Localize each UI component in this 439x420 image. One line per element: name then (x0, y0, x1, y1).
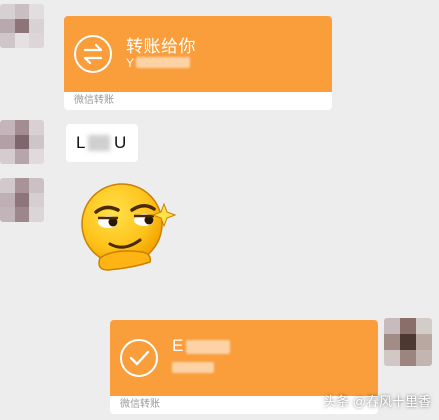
avatar-contact[interactable] (0, 178, 44, 222)
redaction-blur (88, 135, 110, 151)
redaction-blur (186, 340, 230, 354)
transfer-title: E (172, 336, 184, 355)
smirk-emoji-sticker[interactable] (78, 182, 180, 276)
transfer-card-header: 转账给你 Y (64, 16, 332, 92)
redaction-blur (136, 57, 190, 68)
transfer-arrows-icon (74, 35, 112, 73)
transfer-title: 转账给你 (126, 37, 196, 56)
redaction-blur (172, 362, 214, 373)
transfer-card-header: E (110, 320, 378, 396)
checkmark-icon (120, 339, 158, 377)
avatar-contact[interactable] (0, 4, 44, 48)
message-text-end: U (114, 133, 127, 152)
transfer-card-received[interactable]: 转账给你 Y 微信转账 (64, 16, 332, 110)
avatar-contact[interactable] (0, 120, 44, 164)
transfer-subtitle: Y (126, 56, 135, 70)
avatar-self[interactable] (384, 318, 432, 366)
source-watermark: 头条 @春风十里香 (323, 394, 431, 409)
transfer-footer: 微信转账 (74, 95, 114, 106)
text-message-bubble[interactable]: L U (66, 124, 138, 162)
message-text-start: L (76, 133, 86, 152)
